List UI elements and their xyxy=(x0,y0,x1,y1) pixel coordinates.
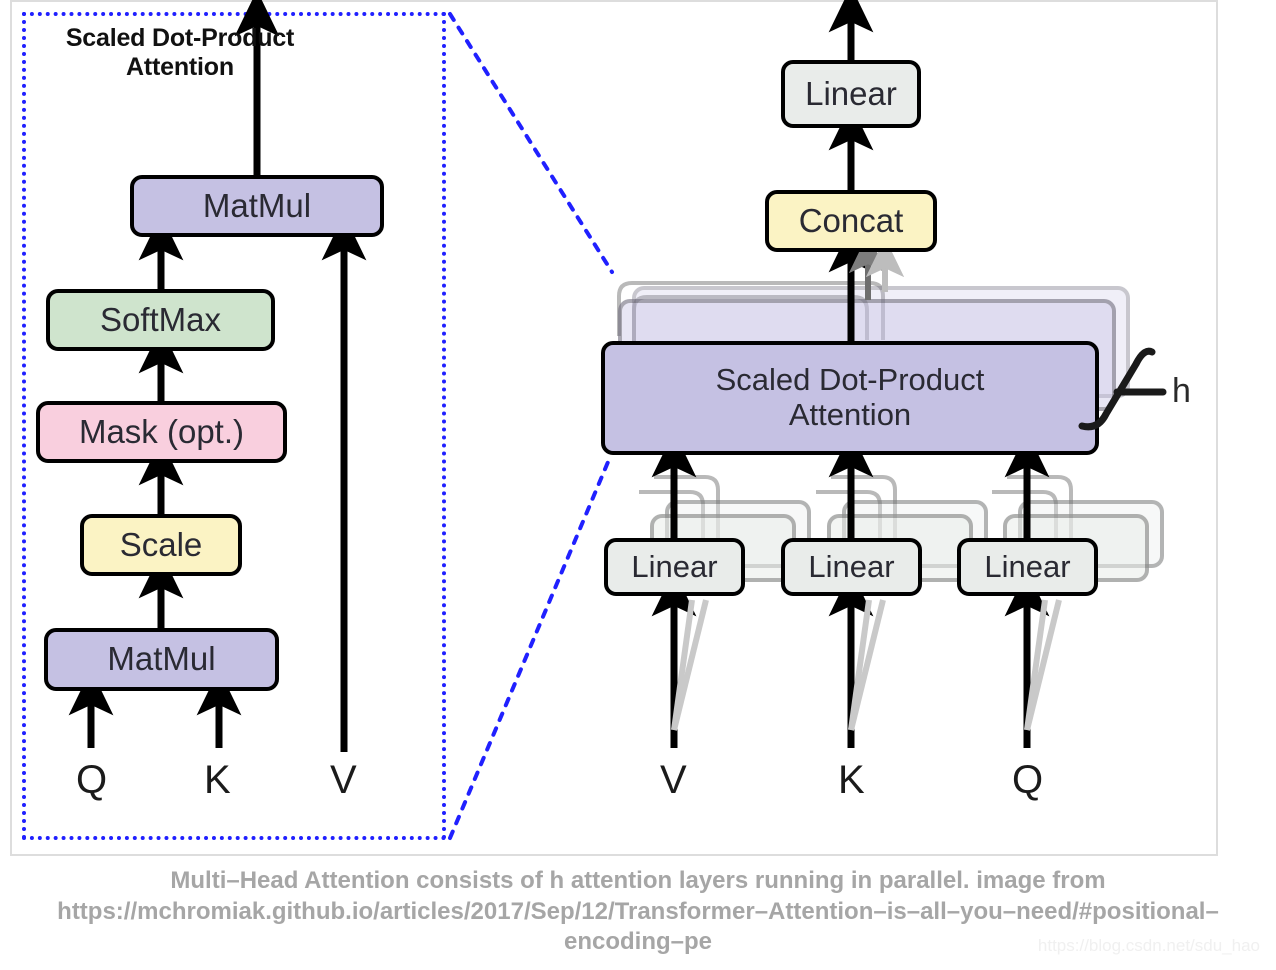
heads-count-label: h xyxy=(1172,372,1191,410)
heads-brace xyxy=(1078,347,1167,431)
figure-root: Scaled Dot-Product Attention MatMul Soft… xyxy=(0,0,1276,970)
